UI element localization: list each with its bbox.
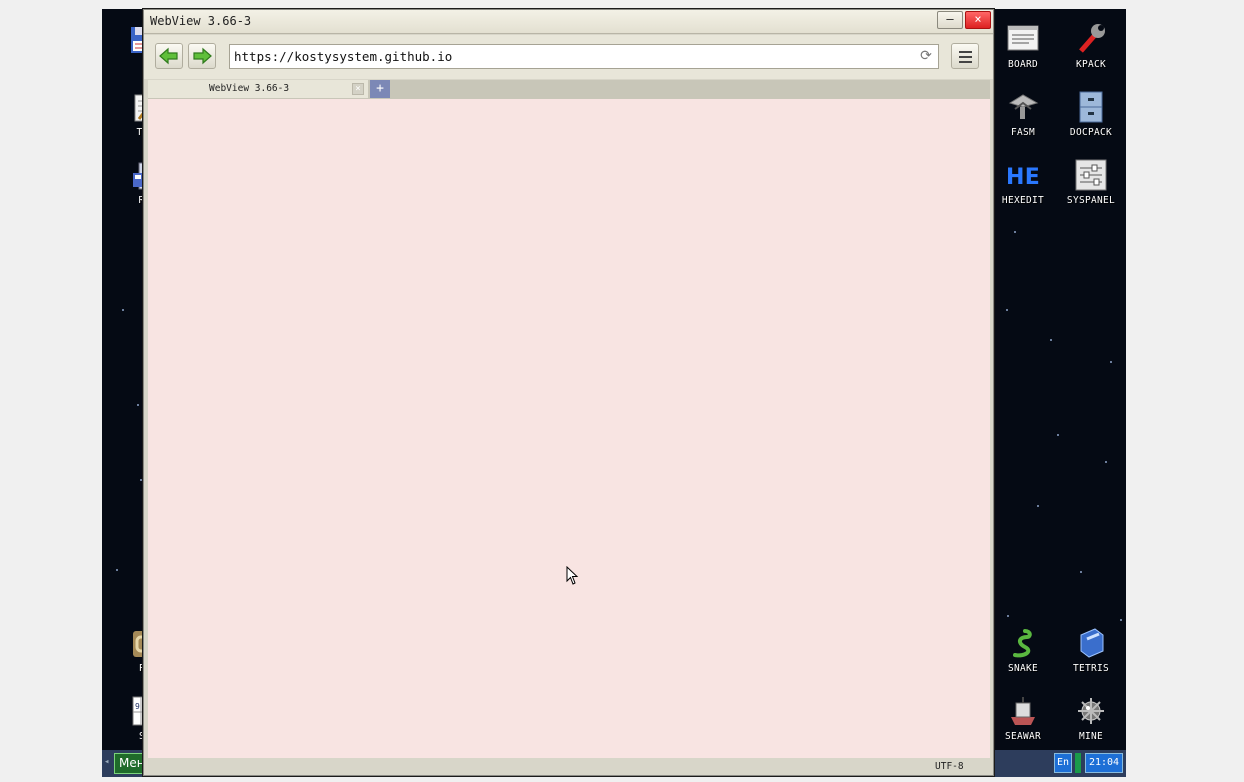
desktop-icon-docpack[interactable]: DOCPACK (1057, 80, 1125, 148)
language-indicator[interactable]: En (1054, 753, 1072, 773)
encoding-label: UTF-8 (935, 761, 964, 772)
new-tab-button[interactable]: + (370, 80, 390, 98)
desktop-icon-fasm[interactable]: FASM (989, 80, 1057, 148)
desktop-icon-label: DOCPACK (1069, 127, 1113, 138)
desktop-icon-mine[interactable]: MINE (1057, 684, 1125, 752)
browser-toolbar: https://kostysystem.github.io ⟳ (144, 35, 993, 79)
hexedit-icon: HE (1006, 165, 1040, 190)
desktop-icon-board[interactable]: BOARD (989, 12, 1057, 80)
window-title: WebView 3.66-3 (150, 14, 252, 28)
tab-strip: WebView 3.66-3 × + (148, 80, 990, 98)
start-menu-button[interactable]: Меню (114, 753, 155, 774)
tab-label: WebView 3.66-3 (209, 83, 290, 94)
desktop-icon-hexedit[interactable]: HE HEXEDIT (989, 148, 1057, 216)
desktop-icon-syspanel[interactable]: SYSPANEL (1057, 148, 1125, 216)
activity-indicator (1075, 753, 1081, 773)
wrench-icon (1079, 24, 1105, 53)
page-content[interactable] (148, 98, 990, 758)
board-icon (1007, 25, 1039, 51)
desktop-icon-kpack[interactable]: KPACK (1057, 12, 1125, 80)
menu-button[interactable] (951, 43, 979, 69)
webview-window: WebView 3.66-3 – × https://kostysystem.g… (143, 9, 994, 776)
desktop-icon-label: SNAKE (1007, 663, 1039, 674)
tetris-icon (1080, 628, 1104, 658)
desktop-icon-label: MINE (1078, 731, 1104, 742)
arrow-right-icon (193, 47, 212, 65)
mouse-cursor-icon (566, 566, 579, 585)
svg-text:9: 9 (135, 702, 140, 711)
close-button[interactable]: × (965, 11, 991, 29)
back-button[interactable] (155, 43, 183, 69)
snake-icon (1013, 629, 1032, 658)
desktop-icon-label: BOARD (1007, 59, 1039, 70)
minimize-button[interactable]: – (937, 11, 963, 29)
status-bar: UTF-8 (144, 759, 993, 775)
tab-webview[interactable]: WebView 3.66-3 × (148, 80, 368, 98)
taskbar-scroll-left-icon[interactable]: ◂ (104, 757, 109, 767)
desktop-icon-label: KPACK (1075, 59, 1107, 70)
desktop-icon-label: SYSPANEL (1066, 195, 1116, 206)
reload-icon[interactable]: ⟳ (918, 48, 934, 64)
fasm-icon (1008, 94, 1039, 119)
desktop-icon-label: SEAWAR (1004, 731, 1042, 742)
arrow-left-icon (159, 47, 178, 65)
svg-text:HE: HE (1006, 165, 1040, 190)
address-text: https://kostysystem.github.io (234, 49, 453, 64)
mine-icon (1078, 698, 1104, 724)
tab-close-icon[interactable]: × (352, 83, 364, 95)
desktop-icon-label: HEXEDIT (1001, 195, 1045, 206)
window-titlebar[interactable]: WebView 3.66-3 – × (144, 10, 993, 34)
desktop-icon-snake[interactable]: SNAKE (989, 616, 1057, 684)
ship-icon (1011, 697, 1035, 725)
desktop-icon-seawar[interactable]: SEAWAR (989, 684, 1057, 752)
settings-sliders-icon (1075, 159, 1107, 191)
desktop-icon-tetris[interactable]: TETRIS (1057, 616, 1125, 684)
cabinet-icon (1079, 91, 1103, 123)
clock[interactable]: 21:04 (1085, 753, 1123, 773)
forward-button[interactable] (188, 43, 216, 69)
desktop-icon-label: TETRIS (1072, 663, 1110, 674)
desktop-icon-label: FASM (1010, 127, 1036, 138)
address-bar[interactable]: https://kostysystem.github.io ⟳ (229, 44, 939, 69)
